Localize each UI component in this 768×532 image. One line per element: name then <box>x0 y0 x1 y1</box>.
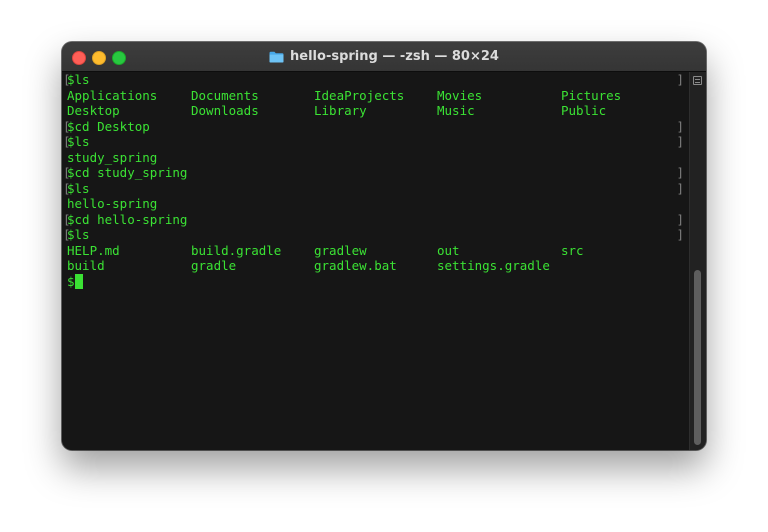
command-text: $ls <box>67 134 90 150</box>
ls-entry: build <box>67 258 105 274</box>
terminal-line: Desktop Downloads Library Music Public <box>62 103 690 119</box>
terminal-line: HELP.md build.gradle gradlew out src <box>62 243 690 259</box>
command-text: $ls <box>67 227 90 243</box>
line-right-bracket: ] <box>676 119 684 135</box>
scrollbar-thumb[interactable] <box>694 270 701 445</box>
terminal-output[interactable]: [ $ls ] Applications Documents IdeaProje… <box>62 72 690 450</box>
ls-entry: Desktop <box>67 103 120 119</box>
ls-entry: Public <box>561 103 606 119</box>
terminal-line: study_spring <box>62 150 690 166</box>
ls-entry: Movies <box>437 88 482 104</box>
ls-entry: gradlew <box>314 243 367 259</box>
window-title-group: hello-spring — -zsh — 80×24 <box>62 42 706 71</box>
terminal-line: [ $ls ] <box>62 72 690 88</box>
ls-entry: gradlew.bat <box>314 258 397 274</box>
terminal-line: [ $ls ] <box>62 227 690 243</box>
scrollbar-menu-icon[interactable] <box>693 76 702 85</box>
line-right-bracket: ] <box>676 165 684 181</box>
command-text: $cd hello-spring <box>67 212 187 228</box>
terminal-line: [ $ls ] <box>62 134 690 150</box>
text-cursor <box>75 274 83 289</box>
vertical-scrollbar[interactable] <box>689 72 706 450</box>
ls-entry: out <box>437 243 460 259</box>
ls-entry: settings.gradle <box>437 258 550 274</box>
ls-entry: Pictures <box>561 88 621 104</box>
prompt-line: $ <box>67 274 83 290</box>
command-text: $ls <box>67 181 90 197</box>
output-text: hello-spring <box>67 196 157 212</box>
ls-entry: build.gradle <box>191 243 281 259</box>
terminal-line: [ $ls ] <box>62 181 690 197</box>
ls-entry: Library <box>314 103 367 119</box>
ls-entry: src <box>561 243 584 259</box>
ls-entry: Applications <box>67 88 157 104</box>
prompt-symbol: $ <box>67 274 75 289</box>
terminal-line: [ $cd Desktop ] <box>62 119 690 135</box>
window-title: hello-spring — -zsh — 80×24 <box>290 49 499 64</box>
ls-entry: Music <box>437 103 475 119</box>
terminal-line: Applications Documents IdeaProjects Movi… <box>62 88 690 104</box>
ls-entry: Downloads <box>191 103 259 119</box>
ls-entry: IdeaProjects <box>314 88 404 104</box>
line-right-bracket: ] <box>676 134 684 150</box>
output-text: study_spring <box>67 150 157 166</box>
command-text: $ls <box>67 72 90 88</box>
line-right-bracket: ] <box>676 72 684 88</box>
folder-icon <box>269 51 284 63</box>
line-right-bracket: ] <box>676 212 684 228</box>
terminal-line: $ <box>62 274 690 290</box>
terminal-line: [ $cd study_spring ] <box>62 165 690 181</box>
terminal-line: [ $cd hello-spring ] <box>62 212 690 228</box>
terminal-line: build gradle gradlew.bat settings.gradle <box>62 258 690 274</box>
title-bar[interactable]: hello-spring — -zsh — 80×24 <box>62 42 706 72</box>
line-right-bracket: ] <box>676 181 684 197</box>
terminal-window: hello-spring — -zsh — 80×24 [ $ls ] Appl… <box>62 42 706 450</box>
command-text: $cd study_spring <box>67 165 187 181</box>
line-right-bracket: ] <box>676 227 684 243</box>
terminal-line: hello-spring <box>62 196 690 212</box>
ls-entry: gradle <box>191 258 236 274</box>
ls-entry: HELP.md <box>67 243 120 259</box>
command-text: $cd Desktop <box>67 119 150 135</box>
ls-entry: Documents <box>191 88 259 104</box>
